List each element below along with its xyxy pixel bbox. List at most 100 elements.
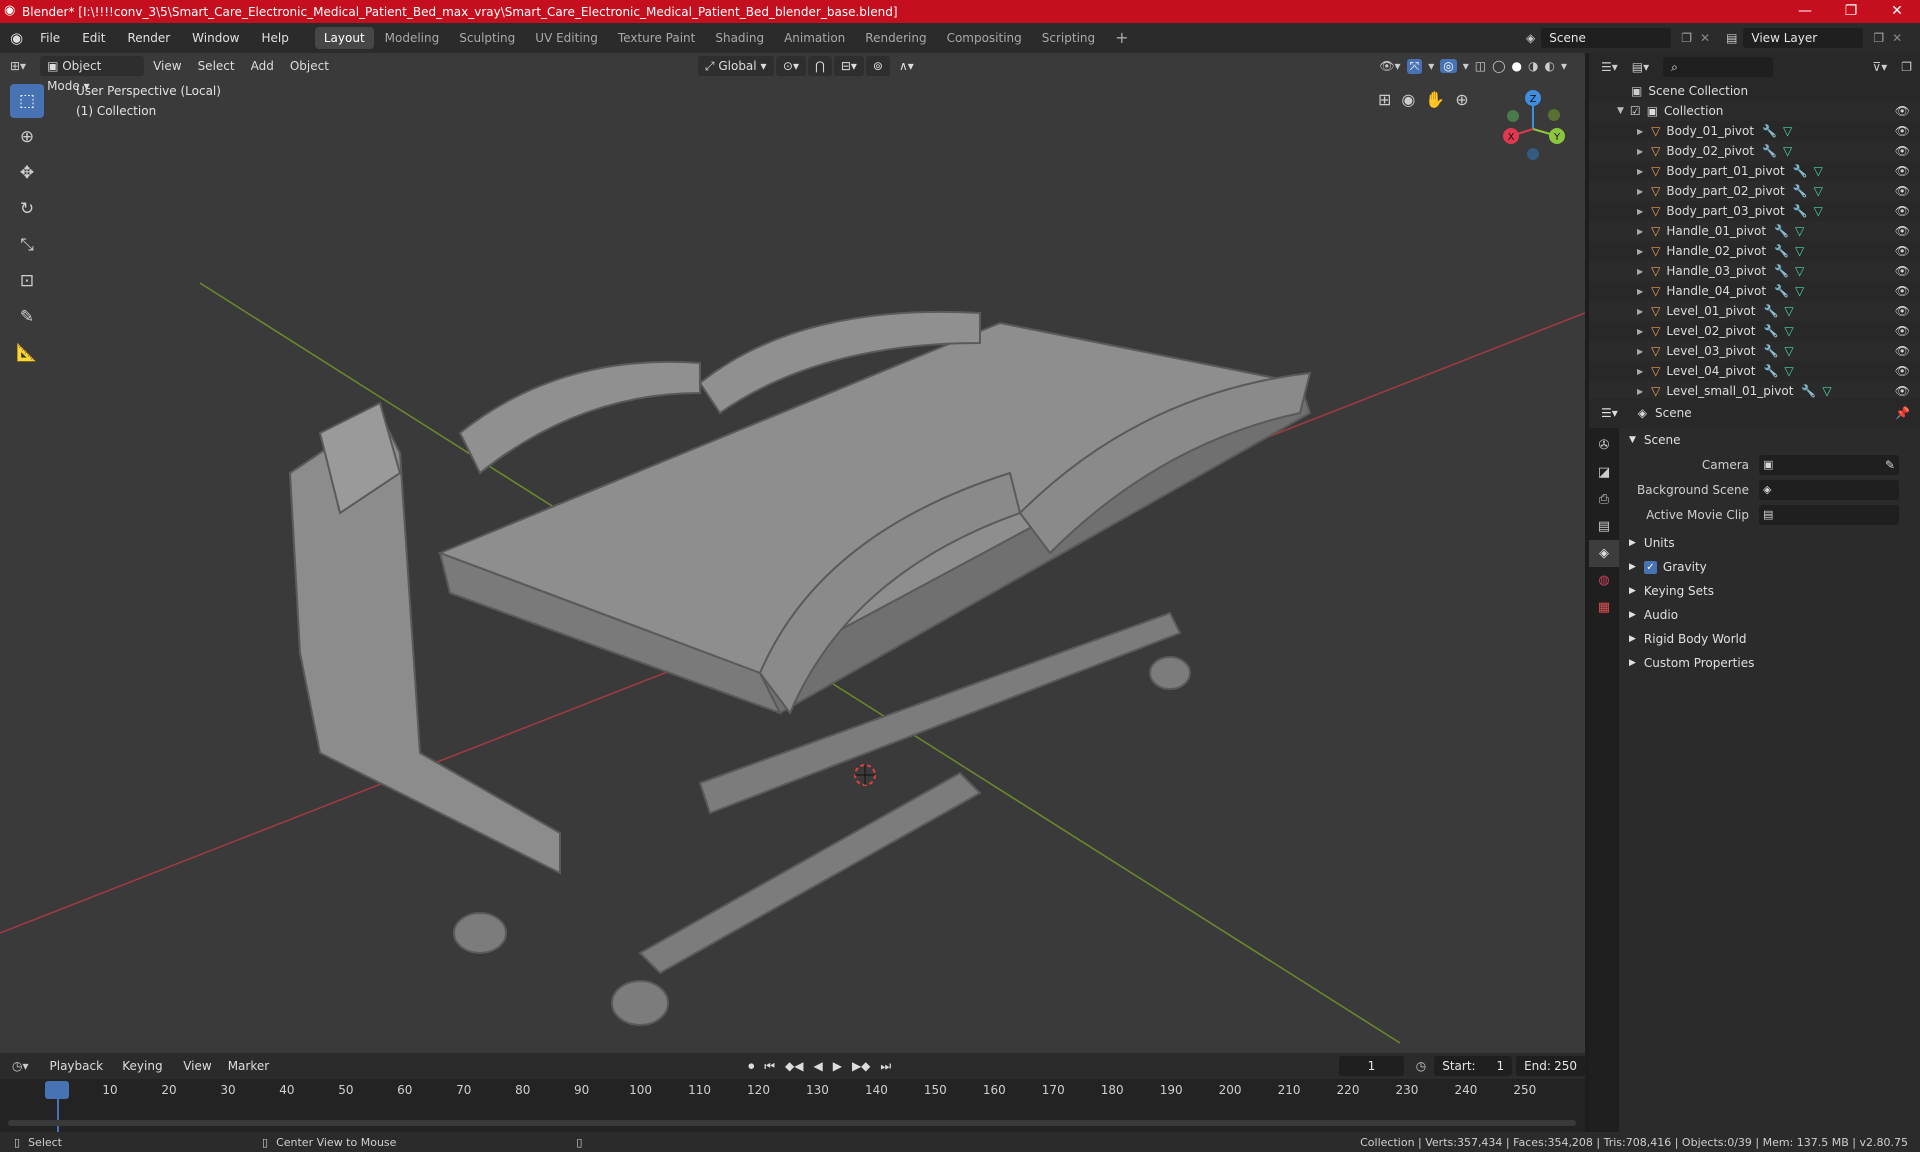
play-icon[interactable]: ▶	[833, 1059, 842, 1073]
eye-icon[interactable]: 👁	[1895, 224, 1910, 238]
eye-icon[interactable]: 👁	[1895, 184, 1910, 198]
transform-tool-icon[interactable]: ⊡	[10, 264, 44, 298]
stopwatch-icon[interactable]: ◷	[1416, 1059, 1426, 1073]
menu-render[interactable]: Render	[116, 23, 181, 53]
properties-editor-type-icon[interactable]: ☰▾	[1601, 406, 1618, 420]
list-item[interactable]: ▶ ▽ Handle_01_pivot 🔧 ▽ 👁	[1589, 221, 1920, 241]
eye-icon[interactable]: 👁	[1895, 104, 1910, 118]
view-layer-tab-icon[interactable]: ▤	[1589, 513, 1619, 540]
falloff-icon[interactable]: ∧▾	[892, 56, 921, 76]
timeline-ruler[interactable]: 1102030405060708090100110120130140150160…	[0, 1079, 1585, 1103]
scene-collection-row[interactable]: ▣ Scene Collection	[1589, 81, 1920, 101]
viewport-menu-view[interactable]: View	[146, 56, 188, 76]
prev-keyframe-icon[interactable]: ◆◀	[785, 1059, 803, 1073]
eyedropper-icon[interactable]: ✎	[1885, 458, 1895, 472]
list-item[interactable]: ▶ ▽ Handle_02_pivot 🔧 ▽ 👁	[1589, 241, 1920, 261]
panel-expand-icon[interactable]: ▶	[1629, 538, 1636, 548]
list-item[interactable]: ▶ ▽ Handle_04_pivot 🔧 ▽ 👁	[1589, 281, 1920, 301]
start-frame-field[interactable]: Start: 1	[1434, 1056, 1513, 1076]
filter-icon[interactable]: ⊽▾	[1872, 60, 1887, 74]
camera-view-icon[interactable]: ◉	[1401, 90, 1415, 109]
jump-end-icon[interactable]: ⏭	[880, 1059, 891, 1074]
panel-collapse-icon[interactable]: ▼	[1629, 435, 1636, 445]
tab-animation[interactable]: Animation	[775, 27, 854, 49]
gravity-checkbox[interactable]: ✓	[1643, 560, 1657, 574]
list-item[interactable]: ▶ ▽ Level_01_pivot 🔧 ▽ 👁	[1589, 301, 1920, 321]
timeline-area[interactable]: 1102030405060708090100110120130140150160…	[0, 1079, 1585, 1132]
expand-arrow-icon[interactable]: ▶	[1637, 267, 1643, 276]
pan-hand-icon[interactable]: ✋	[1425, 90, 1445, 109]
viewport-menu-select[interactable]: Select	[191, 56, 242, 76]
pin-icon[interactable]: 📌	[1895, 406, 1910, 420]
zoom-icon[interactable]: ⊕	[1455, 90, 1468, 109]
expand-arrow-icon[interactable]: ▶	[1637, 147, 1643, 156]
maximize-button[interactable]: ❐	[1828, 0, 1874, 23]
list-item[interactable]: ▶ ▽ Body_part_03_pivot 🔧 ▽ 👁	[1589, 201, 1920, 221]
minimize-button[interactable]: —	[1782, 0, 1828, 23]
collapse-arrow-icon[interactable]: ▼	[1617, 106, 1624, 116]
eye-icon[interactable]: 👁	[1895, 164, 1910, 178]
eye-icon[interactable]: 👁	[1895, 144, 1910, 158]
rendered-shading-icon[interactable]: ◐	[1544, 59, 1554, 73]
texture-tab-icon[interactable]: ▦	[1589, 594, 1619, 621]
tool-tab-icon[interactable]: ✇	[1589, 432, 1619, 459]
expand-arrow-icon[interactable]: ▶	[1637, 247, 1643, 256]
expand-arrow-icon[interactable]: ▶	[1637, 387, 1643, 396]
tab-modeling[interactable]: Modeling	[376, 27, 449, 49]
tab-scripting[interactable]: Scripting	[1033, 27, 1104, 49]
record-icon[interactable]: ⏺	[748, 1059, 754, 1074]
proportional-edit-icon[interactable]: ⊚	[865, 56, 890, 76]
snap-icon[interactable]: ⋂	[808, 56, 832, 76]
list-item[interactable]: ▶ ▽ Level_04_pivot 🔧 ▽ 👁	[1589, 361, 1920, 381]
scene-selector[interactable]: Scene	[1541, 28, 1672, 48]
eye-icon[interactable]: 👁	[1895, 284, 1910, 298]
overlay-toggle-icon[interactable]: ◎	[1440, 59, 1457, 73]
close-button[interactable]: ✕	[1874, 0, 1920, 23]
view-layer-selector[interactable]: View Layer	[1743, 28, 1864, 48]
visibility-icon[interactable]: 👁▾	[1379, 59, 1400, 73]
editor-type-icon[interactable]: ⊞▾	[10, 59, 26, 73]
jump-start-icon[interactable]: ⏮	[764, 1059, 775, 1074]
timeline-menu-marker[interactable]: Marker	[221, 1056, 276, 1076]
expand-arrow-icon[interactable]: ▶	[1637, 187, 1643, 196]
custom-properties-panel-header[interactable]: ▶ Custom Properties	[1619, 651, 1920, 675]
rotate-tool-icon[interactable]: ↻	[10, 192, 44, 226]
timeline-scrollbar[interactable]	[8, 1120, 1576, 1126]
outliner-editor-type-icon[interactable]: ☰▾	[1601, 60, 1618, 74]
tab-shading[interactable]: Shading	[706, 27, 773, 49]
units-panel-header[interactable]: ▶ Units	[1619, 531, 1920, 555]
panel-expand-icon[interactable]: ▶	[1629, 658, 1636, 668]
camera-field[interactable]: ▣ ✎	[1759, 454, 1899, 475]
solid-shading-icon[interactable]: ●	[1512, 59, 1522, 73]
material-shading-icon[interactable]: ◑	[1528, 59, 1538, 73]
list-item[interactable]: ▶ ▽ Handle_03_pivot 🔧 ▽ 👁	[1589, 261, 1920, 281]
eye-icon[interactable]: 👁	[1895, 384, 1910, 398]
expand-arrow-icon[interactable]: ▶	[1637, 367, 1643, 376]
collection-checkbox-icon[interactable]: ☑	[1630, 104, 1641, 118]
scale-tool-icon[interactable]: ⤡	[10, 228, 44, 262]
delete-scene-icon[interactable]: ✕	[1700, 31, 1710, 45]
tab-compositing[interactable]: Compositing	[938, 27, 1031, 49]
measure-tool-icon[interactable]: 📐	[10, 336, 44, 370]
panel-expand-icon[interactable]: ▶	[1629, 586, 1636, 596]
tab-sculpting[interactable]: Sculpting	[450, 27, 524, 49]
eye-icon[interactable]: 👁	[1895, 344, 1910, 358]
list-item[interactable]: ▶ ▽ Body_part_02_pivot 🔧 ▽ 👁	[1589, 181, 1920, 201]
shading-options-icon[interactable]: ▾	[1561, 59, 1567, 73]
menu-help[interactable]: Help	[251, 23, 300, 53]
output-tab-icon[interactable]: ⎙	[1589, 486, 1619, 513]
expand-arrow-icon[interactable]: ▶	[1637, 167, 1643, 176]
scene-tab-icon[interactable]: ◈	[1589, 540, 1619, 567]
expand-arrow-icon[interactable]: ▶	[1637, 207, 1643, 216]
new-view-layer-icon[interactable]: ❐	[1873, 31, 1884, 45]
eye-icon[interactable]: 👁	[1895, 244, 1910, 258]
viewport-menu-object[interactable]: Object	[283, 56, 336, 76]
timeline-editor-type-icon[interactable]: ◷▾	[12, 1059, 29, 1073]
xray-icon[interactable]: ◫	[1475, 59, 1486, 73]
wireframe-shading-icon[interactable]: ◯	[1492, 59, 1505, 73]
panel-expand-icon[interactable]: ▶	[1629, 634, 1636, 644]
keying-sets-panel-header[interactable]: ▶ Keying Sets	[1619, 579, 1920, 603]
new-scene-icon[interactable]: ❐	[1681, 31, 1692, 45]
select-box-tool-icon[interactable]: ⬚	[10, 84, 44, 118]
timeline-menu-playback[interactable]: Playback ▾	[43, 1056, 114, 1093]
